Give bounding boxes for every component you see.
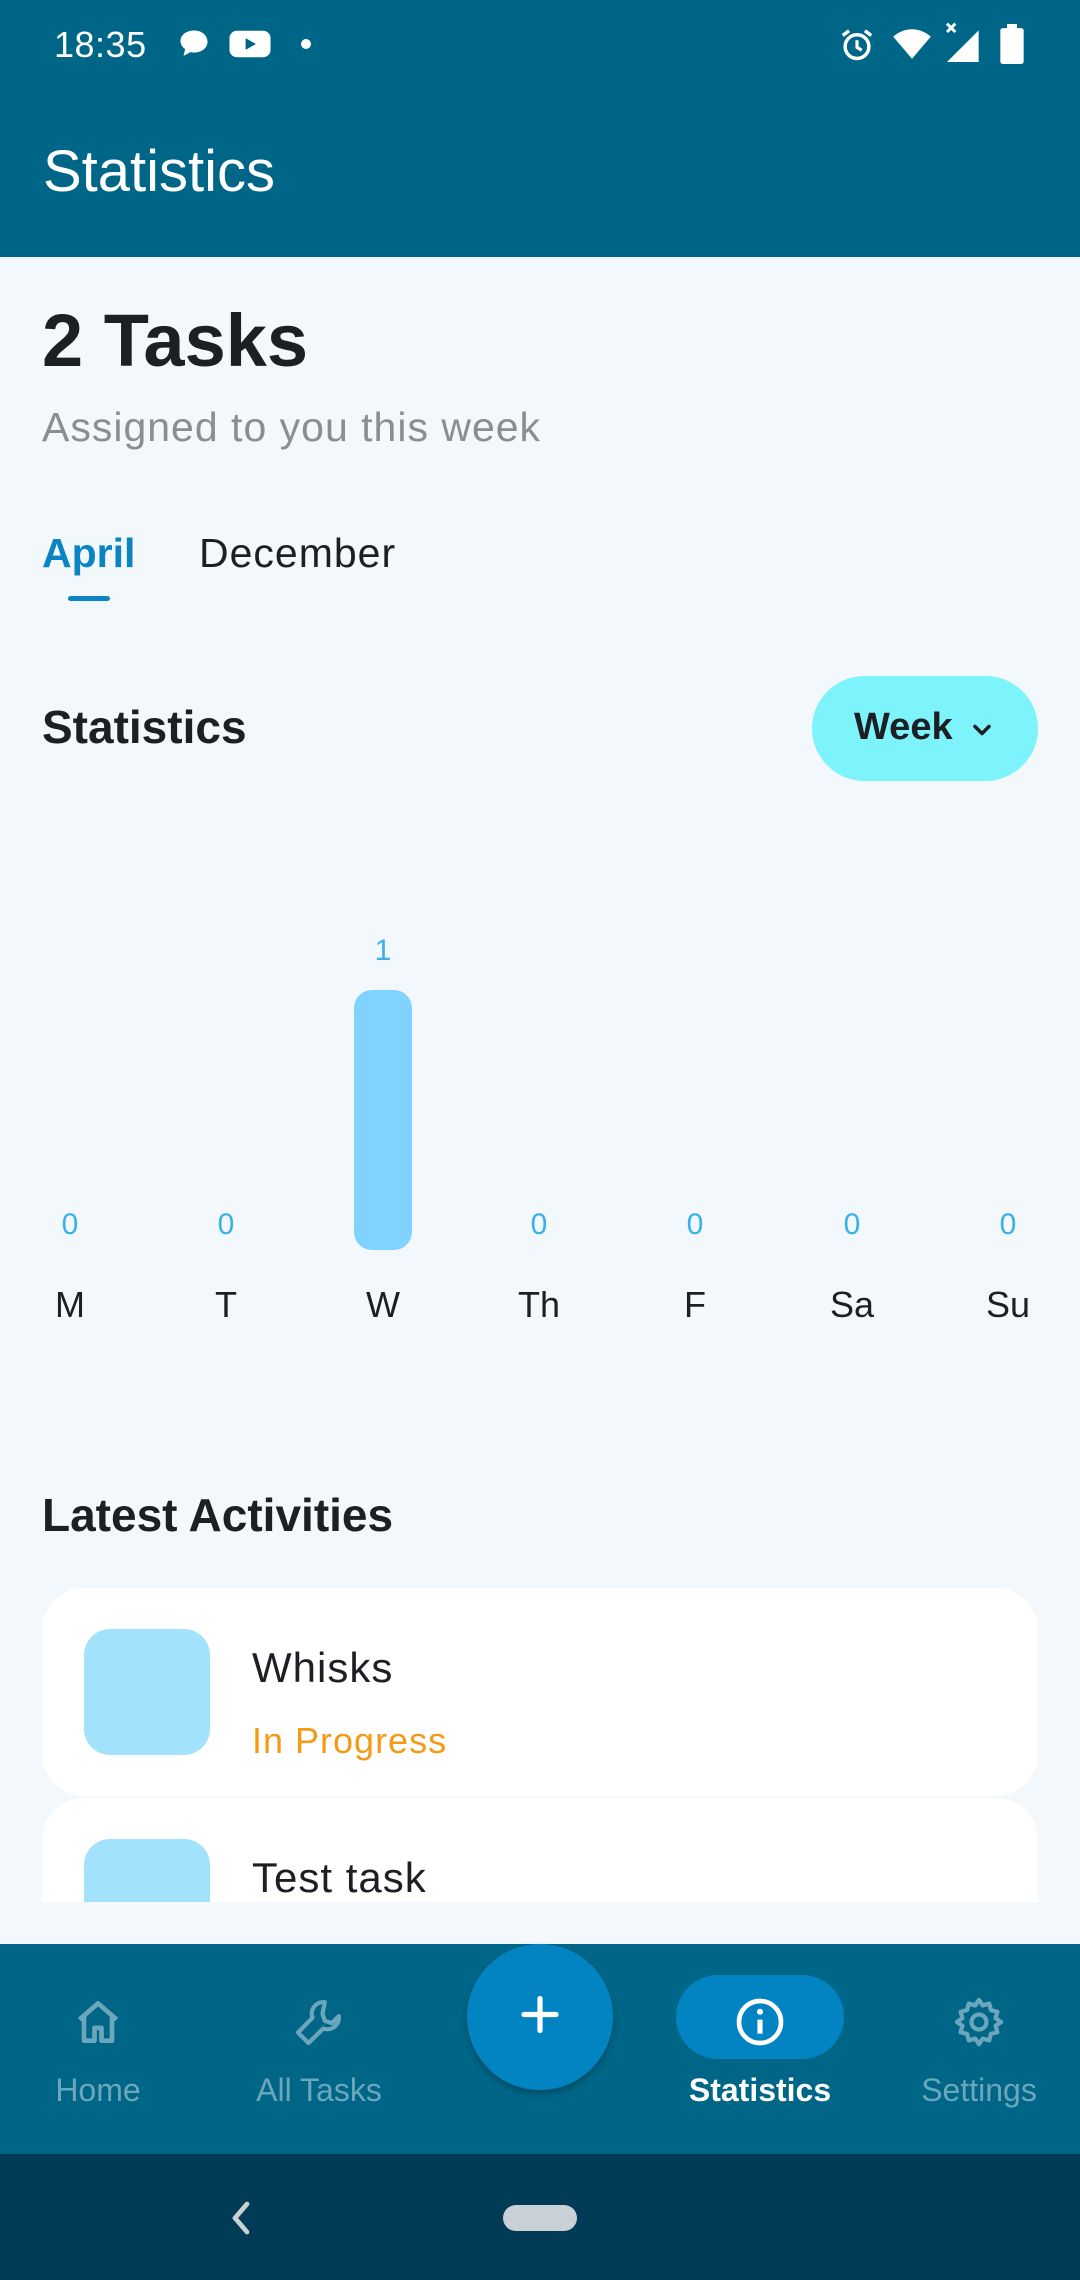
task-count-subtitle: Assigned to you this week	[42, 404, 542, 450]
statistics-heading: Statistics	[42, 701, 247, 753]
chart-day-label: T	[215, 1284, 237, 1325]
chevron-down-icon	[968, 716, 996, 749]
cellular-no-data-icon	[942, 20, 982, 69]
activity-name: Test task	[252, 1854, 427, 1901]
notification-dot-icon	[300, 37, 312, 55]
tab-december[interactable]: December	[199, 530, 396, 577]
activity-thumbnail	[84, 1629, 210, 1755]
chart-data-label: 0	[999, 1208, 1017, 1241]
period-label: Week	[854, 706, 953, 748]
activity-list: Whisks In Progress Test task	[0, 1580, 1080, 1902]
chart-data-label: 1	[374, 934, 392, 967]
gear-icon	[951, 1994, 1007, 2055]
nav-label-settings: Settings	[921, 2072, 1037, 2108]
chart-day-label: W	[366, 1284, 400, 1325]
activity-name: Whisks	[252, 1644, 394, 1691]
nav-item-all-tasks[interactable]: All Tasks	[219, 1944, 419, 2154]
activity-item[interactable]: Whisks In Progress	[42, 1588, 1038, 1796]
app-bar: Statistics	[0, 90, 1080, 257]
wrench-icon	[291, 1994, 347, 2055]
page-title: Statistics	[43, 139, 276, 204]
status-bar: 18:35	[0, 0, 1080, 90]
chart-day-label: Su	[985, 1284, 1031, 1325]
status-time: 18:35	[54, 24, 147, 65]
chart-bar	[354, 990, 412, 1250]
back-icon[interactable]	[226, 2198, 256, 2243]
add-task-button[interactable]	[467, 1944, 613, 2090]
latest-activities-heading: Latest Activities	[42, 1489, 394, 1541]
battery-icon	[1000, 24, 1024, 69]
activity-thumbnail	[84, 1839, 210, 1902]
task-count: 2 Tasks	[42, 299, 309, 382]
info-icon	[732, 1994, 788, 2055]
tab-indicator	[68, 596, 110, 601]
tab-april[interactable]: April	[42, 530, 135, 577]
home-pill[interactable]	[503, 2205, 577, 2231]
chart-day-label: Th	[517, 1284, 560, 1325]
plus-icon	[516, 1991, 564, 2044]
home-icon	[70, 1994, 126, 2055]
chart-data-label: 0	[686, 1208, 704, 1241]
nav-item-settings[interactable]: Settings	[879, 1944, 1079, 2154]
activity-status: In Progress	[252, 1720, 448, 1761]
chart-day-label: F	[684, 1284, 706, 1325]
youtube-icon	[228, 26, 272, 67]
period-dropdown-button[interactable]: Week	[812, 676, 1038, 781]
wifi-icon	[892, 26, 932, 67]
chart-data-label: 0	[61, 1208, 79, 1241]
chat-bubble-icon	[176, 26, 212, 67]
activity-item[interactable]: Test task	[42, 1798, 1038, 1902]
nav-item-home[interactable]: Home	[0, 1944, 198, 2154]
nav-label-statistics: Statistics	[688, 2072, 832, 2108]
chart-data-label: 0	[530, 1208, 548, 1241]
nav-label-all-tasks: All Tasks	[256, 2072, 382, 2108]
chart-data-label: 0	[843, 1208, 861, 1241]
nav-item-statistics[interactable]: Statistics	[660, 1944, 860, 2154]
weekly-task-chart: 0 M 0 T 1 W 0 Th 0 F 0 Sa 0 Su	[0, 900, 1080, 1340]
chart-day-label: Sa	[829, 1284, 875, 1325]
chart-day-label: M	[55, 1284, 85, 1325]
chart-data-label: 0	[217, 1208, 235, 1241]
nav-label-home: Home	[55, 2072, 141, 2108]
alarm-icon	[838, 26, 876, 69]
